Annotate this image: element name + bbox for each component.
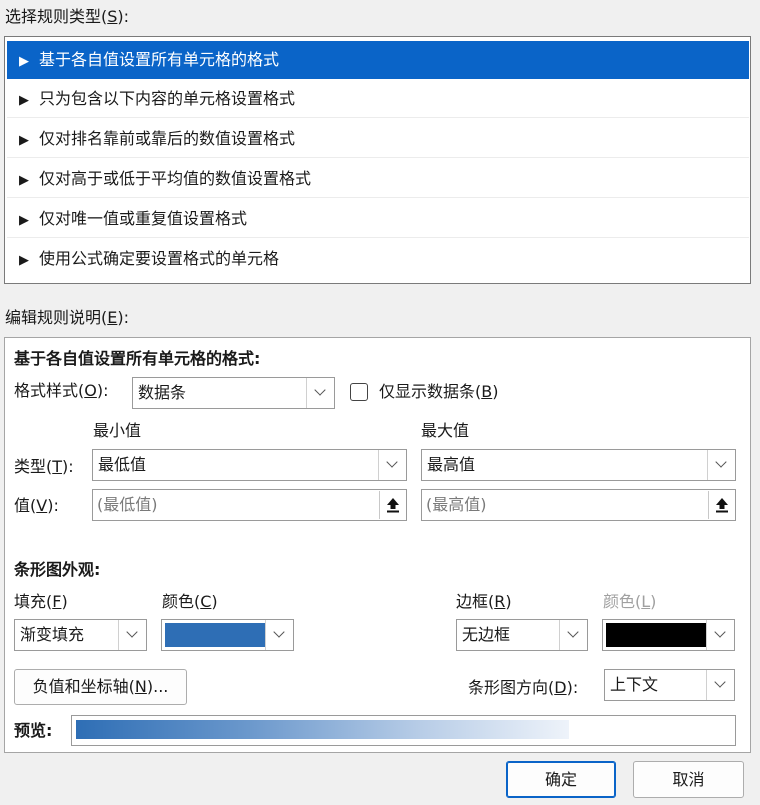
preview-box [71,715,736,746]
min-type-value: 最低值 [98,455,147,474]
preview-data-bar [76,720,569,739]
triangle-right-icon: ▶ [19,253,29,268]
triangle-right-icon: ▶ [19,133,29,148]
preview-label: 预览: [14,721,53,740]
value-label: 值(V): [14,496,59,515]
format-style-value: 数据条 [138,383,187,402]
fill-color-label: 颜色(C) [162,592,218,611]
fill-label: 填充(F) [14,592,68,611]
fill-color-swatch [165,623,265,647]
triangle-right-icon: ▶ [19,213,29,228]
triangle-right-icon: ▶ [19,54,29,69]
rule-item-each-value[interactable]: ▶ 基于各自值设置所有单元格的格式 [7,41,749,79]
rule-type-label: 选择规则类型(S): [5,7,130,26]
ok-button[interactable]: 确定 [506,761,616,798]
format-style-select[interactable]: 数据条 [132,377,335,409]
border-select[interactable]: 无边框 [456,619,588,651]
max-type-select[interactable]: 最高值 [421,449,736,481]
rule-item-top-bottom[interactable]: ▶ 仅对排名靠前或靠后的数值设置格式 [7,120,749,158]
min-value-placeholder: (最低值) [97,495,158,514]
max-value-input[interactable]: (最高值) [421,489,736,521]
bar-direction-select[interactable]: 上下文 [604,669,735,701]
border-color-picker[interactable] [602,619,735,651]
bar-direction-value: 上下文 [610,675,659,694]
border-label: 边框(R) [456,592,512,611]
edit-rule-label: 编辑规则说明(E): [5,308,129,327]
triangle-right-icon: ▶ [19,173,29,188]
max-value-placeholder: (最高值) [426,495,487,514]
rule-item-label: 仅对高于或低于平均值的数值设置格式 [39,169,312,188]
fill-color-picker[interactable] [161,619,294,651]
max-type-value: 最高值 [427,455,476,474]
fill-value: 渐变填充 [20,625,85,644]
min-header: 最小值 [93,421,142,440]
rule-type-list[interactable]: ▶ 基于各自值设置所有单元格的格式 ▶ 只为包含以下内容的单元格设置格式 ▶ 仅对排名… [4,36,751,284]
max-header: 最大值 [421,421,470,440]
rule-item-above-below-average[interactable]: ▶ 仅对高于或低于平均值的数值设置格式 [7,160,749,198]
show-bar-only-checkbox[interactable] [350,383,368,401]
rule-item-formula[interactable]: ▶ 使用公式确定要设置格式的单元格 [7,240,749,278]
chevron-down-icon [378,450,406,480]
bar-direction-label: 条形图方向(D): [468,678,579,697]
chevron-down-icon [706,670,734,700]
appearance-heading: 条形图外观: [14,560,101,579]
cancel-button[interactable]: 取消 [633,761,744,798]
rule-item-label: 使用公式确定要设置格式的单元格 [39,249,280,268]
min-value-input[interactable]: (最低值) [92,489,407,521]
fill-select[interactable]: 渐变填充 [14,619,147,651]
border-value: 无边框 [462,625,511,644]
rule-item-unique-duplicate[interactable]: ▶ 仅对唯一值或重复值设置格式 [7,200,749,238]
min-type-select[interactable]: 最低值 [92,449,407,481]
range-select-icon[interactable] [379,491,405,519]
type-label: 类型(T): [14,457,74,476]
negative-axis-button[interactable]: 负值和坐标轴(N)... [14,669,187,705]
chevron-down-icon [265,620,293,650]
rule-item-label: 基于各自值设置所有单元格的格式 [39,50,280,69]
edit-heading: 基于各自值设置所有单元格的格式: [14,349,261,368]
chevron-down-icon [118,620,146,650]
chevron-down-icon [707,450,735,480]
rule-item-label: 仅对排名靠前或靠后的数值设置格式 [39,129,296,148]
edit-rule-panel: 基于各自值设置所有单元格的格式: 格式样式(O): 数据条 仅显示数据条(B) … [4,337,751,753]
rule-item-label: 仅对唯一值或重复值设置格式 [39,209,248,228]
rule-item-label: 只为包含以下内容的单元格设置格式 [39,89,296,108]
show-bar-only-label[interactable]: 仅显示数据条(B) [379,381,498,403]
range-select-icon[interactable] [708,491,734,519]
border-color-label: 颜色(L) [603,592,657,611]
triangle-right-icon: ▶ [19,93,29,108]
format-style-label: 格式样式(O): [14,381,109,400]
rule-item-contains[interactable]: ▶ 只为包含以下内容的单元格设置格式 [7,80,749,118]
chevron-down-icon [706,620,734,650]
chevron-down-icon [559,620,587,650]
border-color-swatch [606,623,707,647]
chevron-down-icon [306,378,334,408]
